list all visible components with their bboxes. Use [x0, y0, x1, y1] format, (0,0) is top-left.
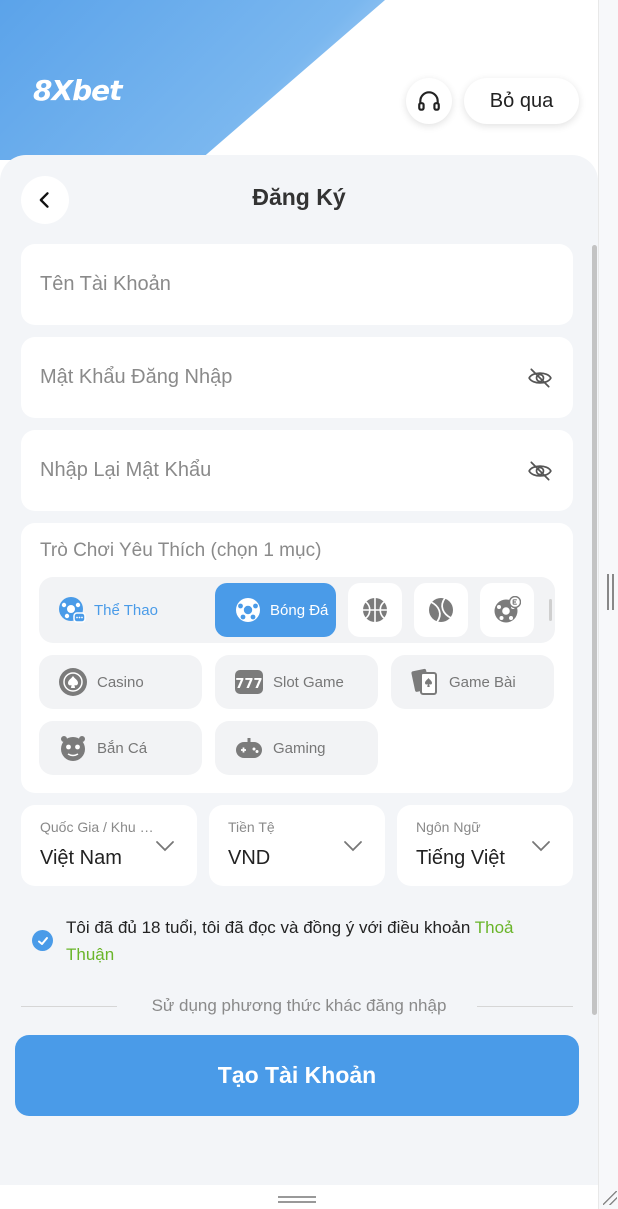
sport-option-esports[interactable]: [480, 583, 534, 637]
sport-option-soccer[interactable]: Bóng Đá: [215, 583, 336, 637]
game-category-slot[interactable]: 777 Slot Game: [215, 655, 378, 709]
sport-option-label: Bóng Đá: [270, 601, 329, 619]
confirm-password-input[interactable]: [40, 430, 510, 511]
password-field[interactable]: [21, 337, 573, 418]
favorite-games-title: Trò Chơi Yêu Thích (chọn 1 mục): [40, 540, 322, 561]
country-select-label: Quốc Gia / Khu Vực: [40, 819, 155, 835]
soccer-ball-icon: [236, 598, 260, 622]
game-category-label: Slot Game: [273, 673, 344, 691]
country-select-value: Việt Nam: [40, 847, 122, 869]
confirm-password-field[interactable]: [21, 430, 573, 511]
game-category-fishing[interactable]: Bắn Cá: [39, 721, 202, 775]
terms-text-body: Tôi đã đủ 18 tuổi, tôi đã đọc và đồng ý …: [66, 918, 475, 937]
esports-ball-icon: [494, 596, 521, 623]
sport-option-tennis[interactable]: [414, 583, 468, 637]
username-input[interactable]: [40, 244, 510, 325]
slot-777-icon: 777: [235, 670, 263, 694]
terms-checkbox[interactable]: [32, 930, 53, 951]
sports-category-chip[interactable]: Thể Thao: [39, 583, 207, 637]
casino-chip-icon: [59, 668, 87, 696]
support-button[interactable]: [406, 78, 452, 124]
alt-login-text: Sử dụng phương thức khác đăng nhập: [151, 996, 447, 1015]
sports-row: Thể Thao Bóng Đá: [39, 577, 555, 643]
currency-select-value: VND: [228, 847, 271, 869]
fish-icon: [61, 736, 85, 761]
terms-text: Tôi đã đủ 18 tuổi, tôi đã đọc và đồng ý …: [66, 914, 556, 968]
basketball-icon: [363, 598, 387, 622]
headset-icon: [418, 91, 440, 111]
create-account-button[interactable]: Tạo Tài Khoản: [15, 1035, 579, 1116]
playing-cards-icon: [411, 668, 437, 695]
page-title: Đăng Ký: [252, 184, 346, 210]
resize-corner-icon[interactable]: [603, 1191, 617, 1205]
language-select-value: Tiếng Việt: [416, 847, 505, 869]
chevron-down-icon: [532, 841, 550, 852]
sports-category-label: Thể Thao: [94, 601, 158, 619]
tennis-ball-icon: [429, 597, 453, 623]
game-category-gaming[interactable]: Gaming: [215, 721, 378, 775]
favorite-games-card: Trò Chơi Yêu Thích (chọn 1 mục) Thể Thao: [21, 523, 573, 793]
game-category-casino[interactable]: Casino: [39, 655, 202, 709]
sports-row-scroll-indicator: [549, 599, 552, 621]
game-category-label: Gaming: [273, 739, 326, 757]
language-select-label: Ngôn Ngữ: [416, 819, 481, 835]
bottom-bar: [0, 1185, 598, 1209]
resize-grip[interactable]: [607, 574, 609, 610]
chevron-down-icon: [156, 841, 174, 852]
game-category-label: Game Bài: [449, 673, 516, 691]
country-select[interactable]: Quốc Gia / Khu Vực Việt Nam: [21, 805, 197, 886]
window-edge: [598, 0, 618, 1209]
sports-icon: [59, 597, 86, 623]
gamepad-icon: [236, 738, 262, 758]
checkmark-icon: [37, 936, 48, 945]
game-category-label: Casino: [97, 673, 144, 691]
eye-off-icon[interactable]: [527, 458, 553, 484]
brand-logo: 8Xbet: [33, 74, 122, 107]
drag-handle-icon[interactable]: [278, 1196, 316, 1198]
language-select[interactable]: Ngôn Ngữ Tiếng Việt: [397, 805, 573, 886]
password-input[interactable]: [40, 337, 510, 418]
username-field[interactable]: [21, 244, 573, 325]
eye-off-icon[interactable]: [527, 365, 553, 391]
currency-select[interactable]: Tiền Tệ VND: [209, 805, 385, 886]
sport-option-basketball[interactable]: [348, 583, 402, 637]
skip-button[interactable]: Bỏ qua: [464, 78, 579, 124]
game-category-label: Bắn Cá: [97, 739, 148, 757]
scrollbar[interactable]: [592, 245, 597, 1015]
game-category-cards[interactable]: Game Bài: [391, 655, 554, 709]
chevron-down-icon: [344, 841, 362, 852]
svg-text:777: 777: [235, 677, 262, 692]
currency-select-label: Tiền Tệ: [228, 819, 275, 835]
